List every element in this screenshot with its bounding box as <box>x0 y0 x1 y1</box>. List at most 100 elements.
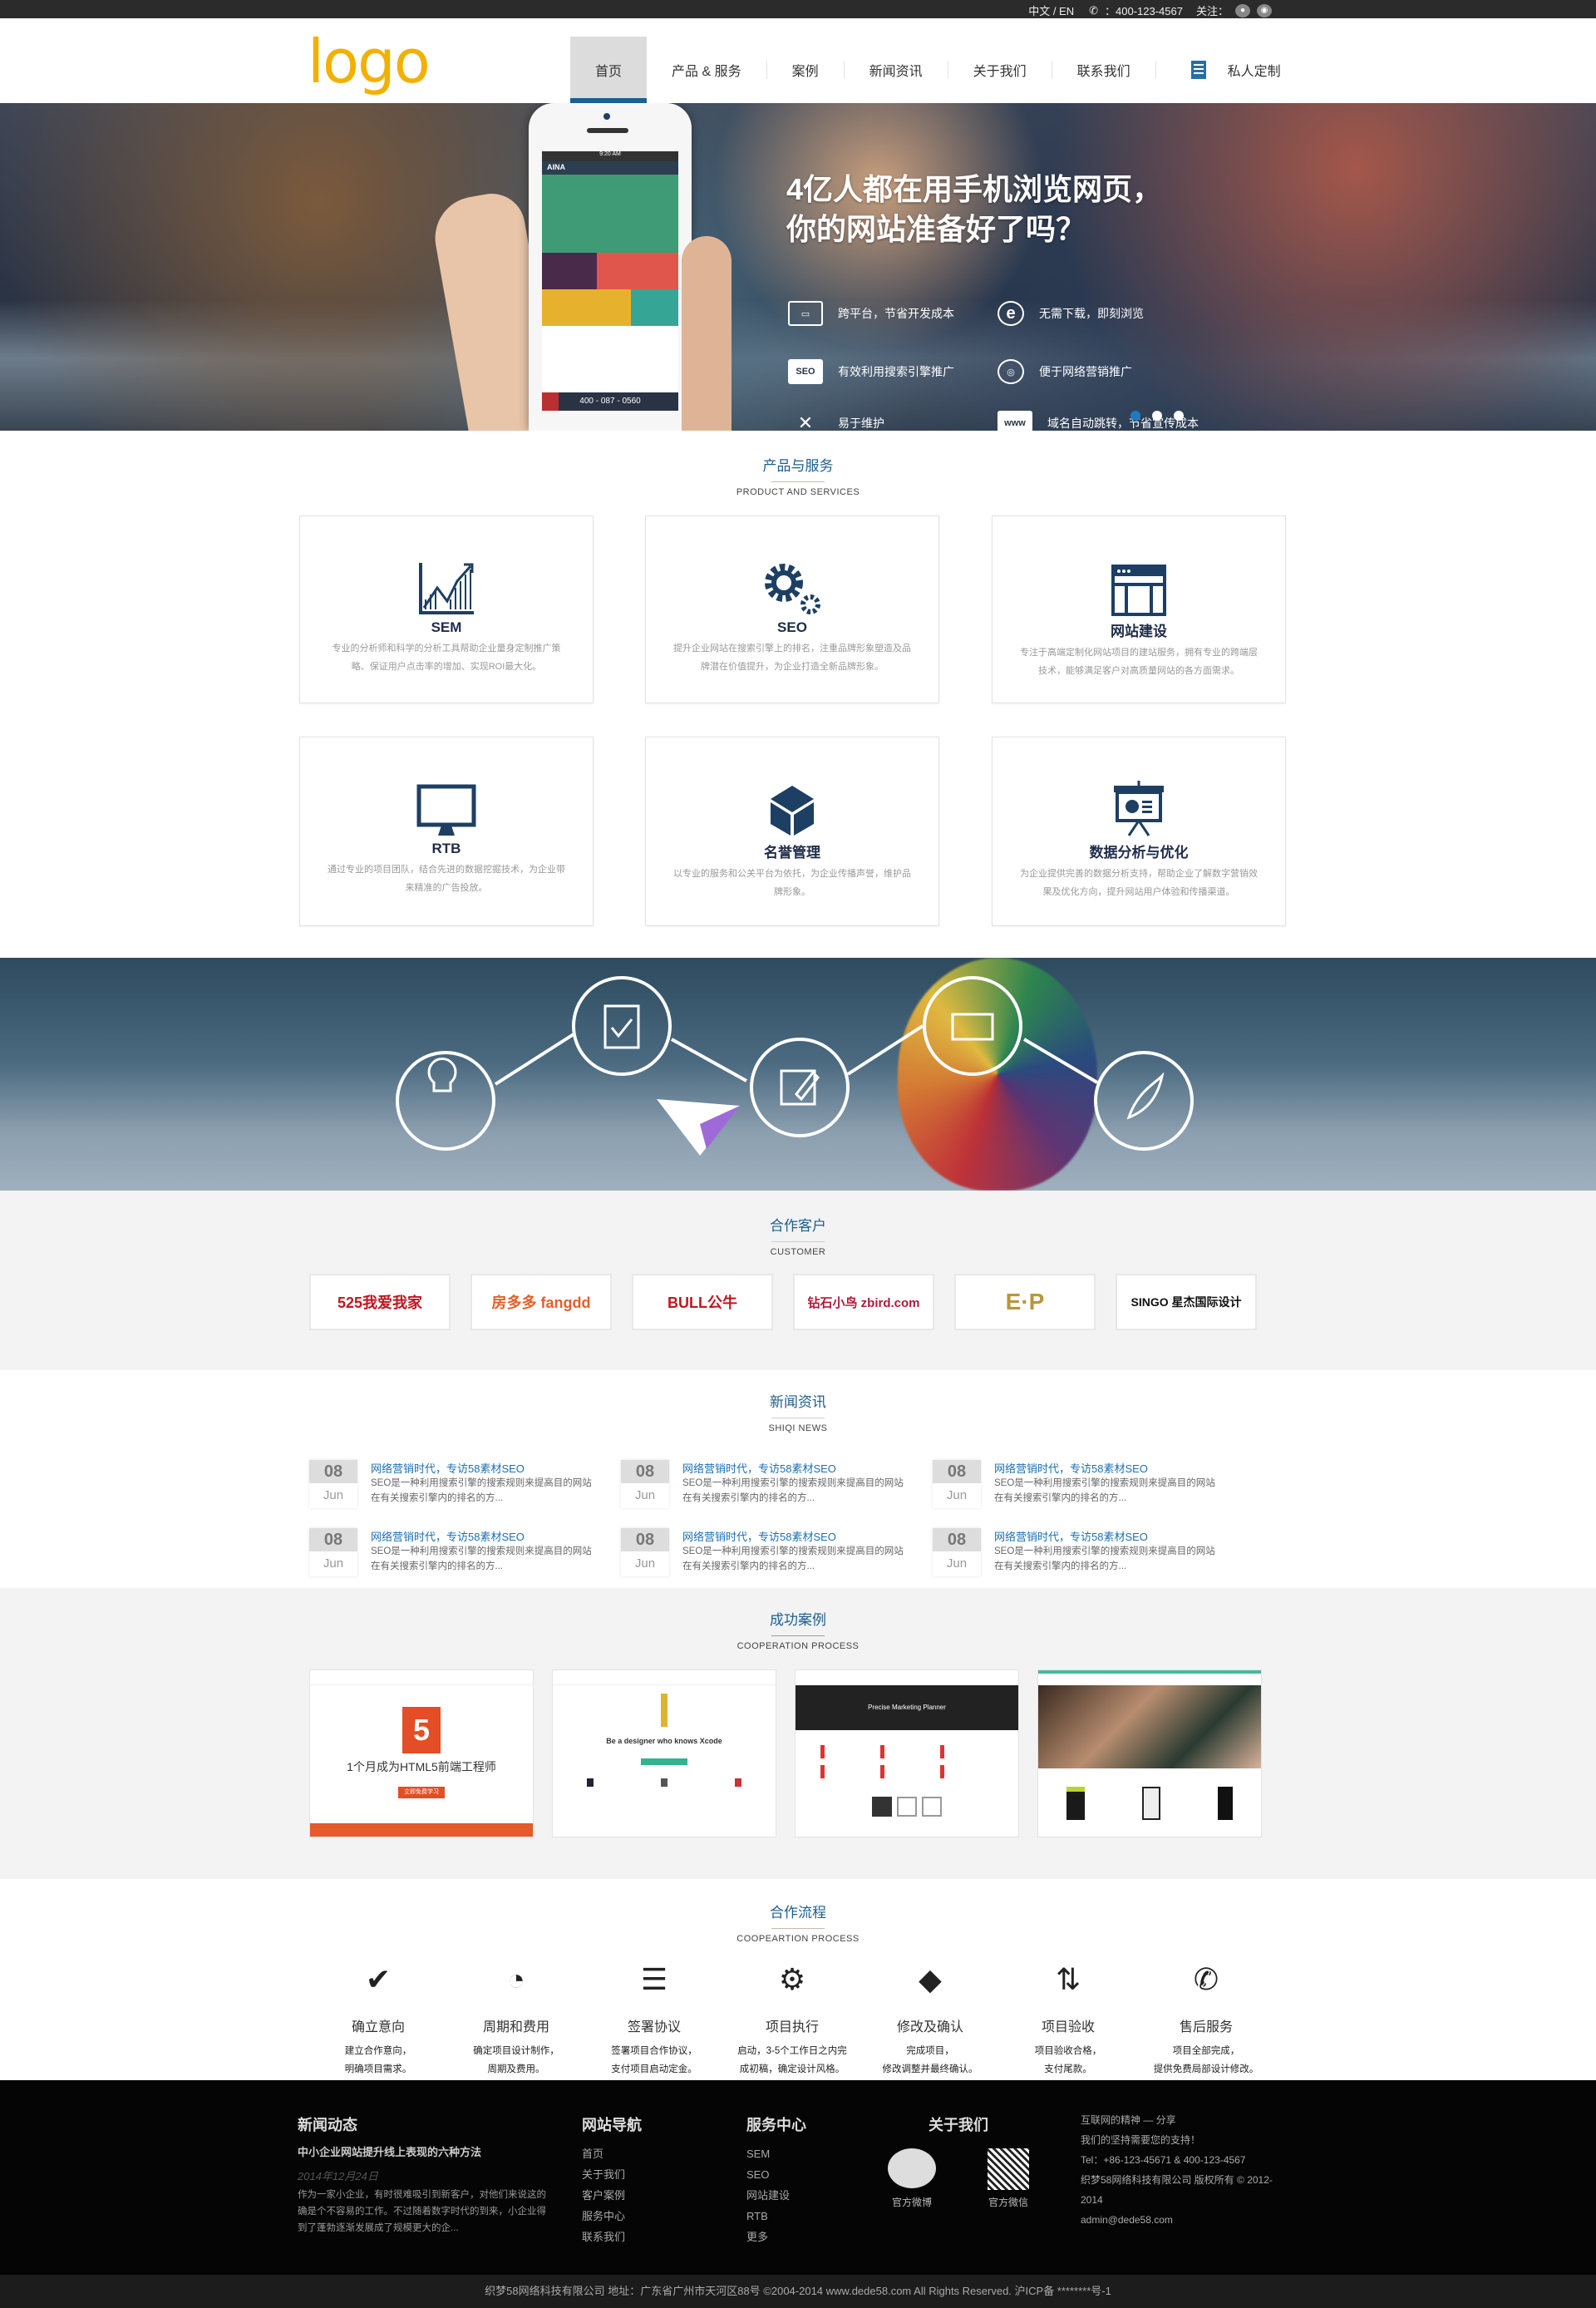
news-item[interactable]: 08 Jun 网络营销时代，专访58素材SEO SEO是一种利用搜索引擎的搜索规则来提… <box>621 1528 933 1576</box>
step-name: 签署协议 <box>627 2020 681 2034</box>
phone-icon: ✆ <box>1089 3 1099 17</box>
footer-link[interactable]: RTB <box>746 2206 806 2227</box>
step-desc: 支付尾款。 <box>1044 2064 1092 2074</box>
case-thumbnail[interactable]: Be a designer who knows Xcode <box>552 1669 776 1837</box>
product-card-website[interactable]: 网站建设 专注于高端定制化网站项目的建站服务，拥有专业的跨端层技术，能够满足客户… <box>992 515 1286 703</box>
logo[interactable]: logo <box>308 27 431 96</box>
footer-link[interactable]: 首页 <box>582 2143 642 2164</box>
product-card-analytics[interactable]: 数据分析与优化 为企业提供完善的数据分析支持，帮助企业了解数字营销效果及优化方向… <box>992 737 1286 926</box>
product-desc: 专注于高端定制化网站项目的建站服务，拥有专业的跨端层技术，能够满足客户对高质量网… <box>1020 648 1258 676</box>
products-section: 产品与服务 PRODUCT AND SERVICES SEM 专业的分析师和科学… <box>0 429 1596 958</box>
language-switch[interactable]: 中文 / EN <box>1028 2 1074 18</box>
nav-item-custom[interactable]: 私人定制 <box>1156 59 1281 81</box>
product-card-sem[interactable]: SEM 专业的分析师和科学的分析工具帮助企业量身定制推广策略、保证用户点击率的增… <box>299 515 594 703</box>
nav-item-products[interactable]: 产品 & 服务 <box>647 37 766 103</box>
news-date: 08 Jun <box>933 1460 981 1508</box>
footer-news: 新闻动态 中小企业网站提升线上表现的六种方法 2014年12月24日 作为一家小… <box>298 2113 555 2236</box>
client-logo[interactable]: 房多多 fangdd <box>470 1274 612 1330</box>
product-desc: 以专业的服务和公关平台为依托，为企业传播声誉，维护品牌形象。 <box>673 869 911 897</box>
news-item[interactable]: 08 Jun 网络营销时代，专访58素材SEO SEO是一种利用搜索引擎的搜索规则来提… <box>309 1528 621 1576</box>
browser-window-icon <box>1111 565 1166 616</box>
phone-brand: AINA <box>542 161 678 175</box>
nav-item-about[interactable]: 关于我们 <box>948 37 1052 103</box>
step-name: 售后服务 <box>1179 2020 1233 2034</box>
product-name: 名誉管理 <box>764 845 820 861</box>
process-step: ◆ 修改及确认 完成项目， 修改调整并最终确认。 <box>861 1959 999 2079</box>
news-title[interactable]: 网络营销时代，专访58素材SEO <box>682 1460 907 1476</box>
footer-news-body: 作为一家小企业，有时很难吸引到新客户，对他们来说这的确是个不容易的工作。不过随着… <box>298 2190 546 2233</box>
client-logos: 525我爱我家 房多多 fangdd BULL公牛 钻石小鸟 zbird.com… <box>309 1274 1257 1330</box>
footer-link[interactable]: 网站建设 <box>746 2185 806 2206</box>
footer-link[interactable]: 客户案例 <box>582 2185 642 2206</box>
case-thumbnail[interactable]: 5 1个月成为HTML5前端工程师 立即免费学习 <box>309 1669 534 1837</box>
product-desc: 专业的分析师和科学的分析工具帮助企业量身定制推广策略、保证用户点击率的增加、实现… <box>332 644 561 672</box>
footer-contact: 互联网的精神 — 分享 我们的坚持需要您的支持！ Tel：+86-123-456… <box>1081 2110 1288 2230</box>
wechat-link[interactable]: 官方微信 <box>988 2148 1029 2209</box>
weibo-icon[interactable]: ◉ <box>1257 3 1272 17</box>
slider-dot[interactable] <box>1130 411 1140 421</box>
news-title[interactable]: 网络营销时代，专访58素材SEO <box>682 1528 907 1544</box>
ie-browser-icon: e <box>998 301 1024 326</box>
footer-heading: 服务中心 <box>746 2117 806 2133</box>
client-logo[interactable]: SINGO 星杰国际设计 <box>1116 1274 1257 1330</box>
news-summary: SEO是一种利用搜索引擎的搜索规则来提高目的网站在有关搜索引擎内的排名的方... <box>682 1478 904 1503</box>
news-title[interactable]: 网络营销时代，专访58素材SEO <box>371 1460 595 1476</box>
client-logo[interactable]: BULL公牛 <box>632 1274 773 1330</box>
section-subtitle: COOPEARTION PROCESS <box>736 1934 860 1944</box>
section-title: 产品与服务 <box>762 458 834 474</box>
product-desc: 为企业提供完善的数据分析支持，帮助企业了解数字营销效果及优化方向，提升网站用户体… <box>1020 869 1258 897</box>
footer-link[interactable]: SEM <box>746 2143 806 2164</box>
news-item[interactable]: 08 Jun 网络营销时代，专访58素材SEO SEO是一种利用搜索引擎的搜索规则来提… <box>309 1460 621 1508</box>
news-title[interactable]: 网络营销时代，专访58素材SEO <box>994 1460 1219 1476</box>
news-section: 新闻资讯 SHIQI NEWS 08 Jun 网络营销时代，专访58素材SEO SEO… <box>0 1370 1596 1588</box>
client-logo[interactable]: 钻石小鸟 zbird.com <box>793 1274 934 1330</box>
footer-link[interactable]: 服务中心 <box>582 2206 642 2227</box>
news-title[interactable]: 网络营销时代，专访58素材SEO <box>994 1528 1219 1544</box>
footer-news-date: 2014年12月24日 <box>298 2170 378 2182</box>
contact-email[interactable]: admin@dede58.com <box>1081 2210 1288 2230</box>
monitor-icon <box>416 784 476 836</box>
step-desc: 签署项目合作协议， <box>611 2046 697 2056</box>
nav-item-cases[interactable]: 案例 <box>767 37 844 103</box>
wechat-icon[interactable]: ● <box>1235 3 1250 17</box>
nav-item-home[interactable]: 首页 <box>570 37 648 103</box>
devices-icon: ▭ <box>788 301 823 326</box>
slider-dot[interactable] <box>1152 411 1162 421</box>
slider-dot[interactable] <box>1174 411 1184 421</box>
section-title: 合作流程 <box>770 1905 826 1921</box>
nav-item-contact[interactable]: 联系我们 <box>1052 37 1155 103</box>
section-title: 成功案例 <box>770 1612 826 1628</box>
footer-link[interactable]: 更多 <box>746 2227 806 2247</box>
news-item[interactable]: 08 Jun 网络营销时代，专访58素材SEO SEO是一种利用搜索引擎的搜索规则来提… <box>933 1460 1244 1508</box>
footer-link[interactable]: 联系我们 <box>582 2227 642 2247</box>
footer-news-title[interactable]: 中小企业网站提升线上表现的六种方法 <box>298 2143 555 2159</box>
weibo-link[interactable]: 官方微博 <box>888 2148 936 2209</box>
case-thumbnail[interactable]: Precise Marketing Planner <box>795 1669 1019 1837</box>
case-caption: Precise Marketing Planner <box>796 1685 1018 1730</box>
case-thumbnail[interactable] <box>1037 1669 1262 1837</box>
section-subtitle: PRODUCT AND SERVICES <box>736 487 860 497</box>
process-step: ⚙ 项目执行 启动，3-5个工作日之内完 成初稿，确定设计风格。 <box>723 1959 861 2079</box>
product-name: 网站建设 <box>1111 624 1167 639</box>
news-item[interactable]: 08 Jun 网络营销时代，专访58素材SEO SEO是一种利用搜索引擎的搜索规则来提… <box>933 1528 1244 1576</box>
title-divider <box>771 481 825 482</box>
case-caption: Be a designer who knows Xcode <box>606 1737 722 1745</box>
feature-item: ✕ 易于维护 <box>788 411 884 431</box>
footer-link[interactable]: SEO <box>746 2164 806 2185</box>
step-name: 项目验收 <box>1041 2020 1095 2034</box>
footer-link[interactable]: 关于我们 <box>582 2164 642 2185</box>
nav-item-news[interactable]: 新闻资讯 <box>845 37 948 103</box>
seo-icon: SEO <box>788 359 823 384</box>
client-logo[interactable]: E·P <box>954 1274 1096 1330</box>
step-name: 确立意向 <box>351 2020 405 2034</box>
product-name: SEM <box>431 619 462 635</box>
gear-icon: ⚙ <box>778 1962 806 1996</box>
client-logo[interactable]: 525我爱我家 <box>309 1274 451 1330</box>
news-title[interactable]: 网络营销时代，专访58素材SEO <box>371 1528 595 1544</box>
news-item[interactable]: 08 Jun 网络营销时代，专访58素材SEO SEO是一种利用搜索引擎的搜索规则来提… <box>621 1460 933 1508</box>
product-card-rtb[interactable]: RTB 通过专业的项目团队，结合先进的数据挖掘技术，为企业带来精准的广告投放。 <box>299 737 594 926</box>
product-card-seo[interactable]: SEO 提升企业网站在搜索引擎上的排名，注重品牌形象塑造及品牌潜在价值提升，为企… <box>645 515 939 703</box>
icon-network <box>396 976 1194 1156</box>
product-card-reputation[interactable]: 名誉管理 以专业的服务和公关平台为依托，为企业传播声誉，维护品牌形象。 <box>645 737 939 926</box>
section-subtitle: COOPERATION PROCESS <box>736 1641 860 1651</box>
